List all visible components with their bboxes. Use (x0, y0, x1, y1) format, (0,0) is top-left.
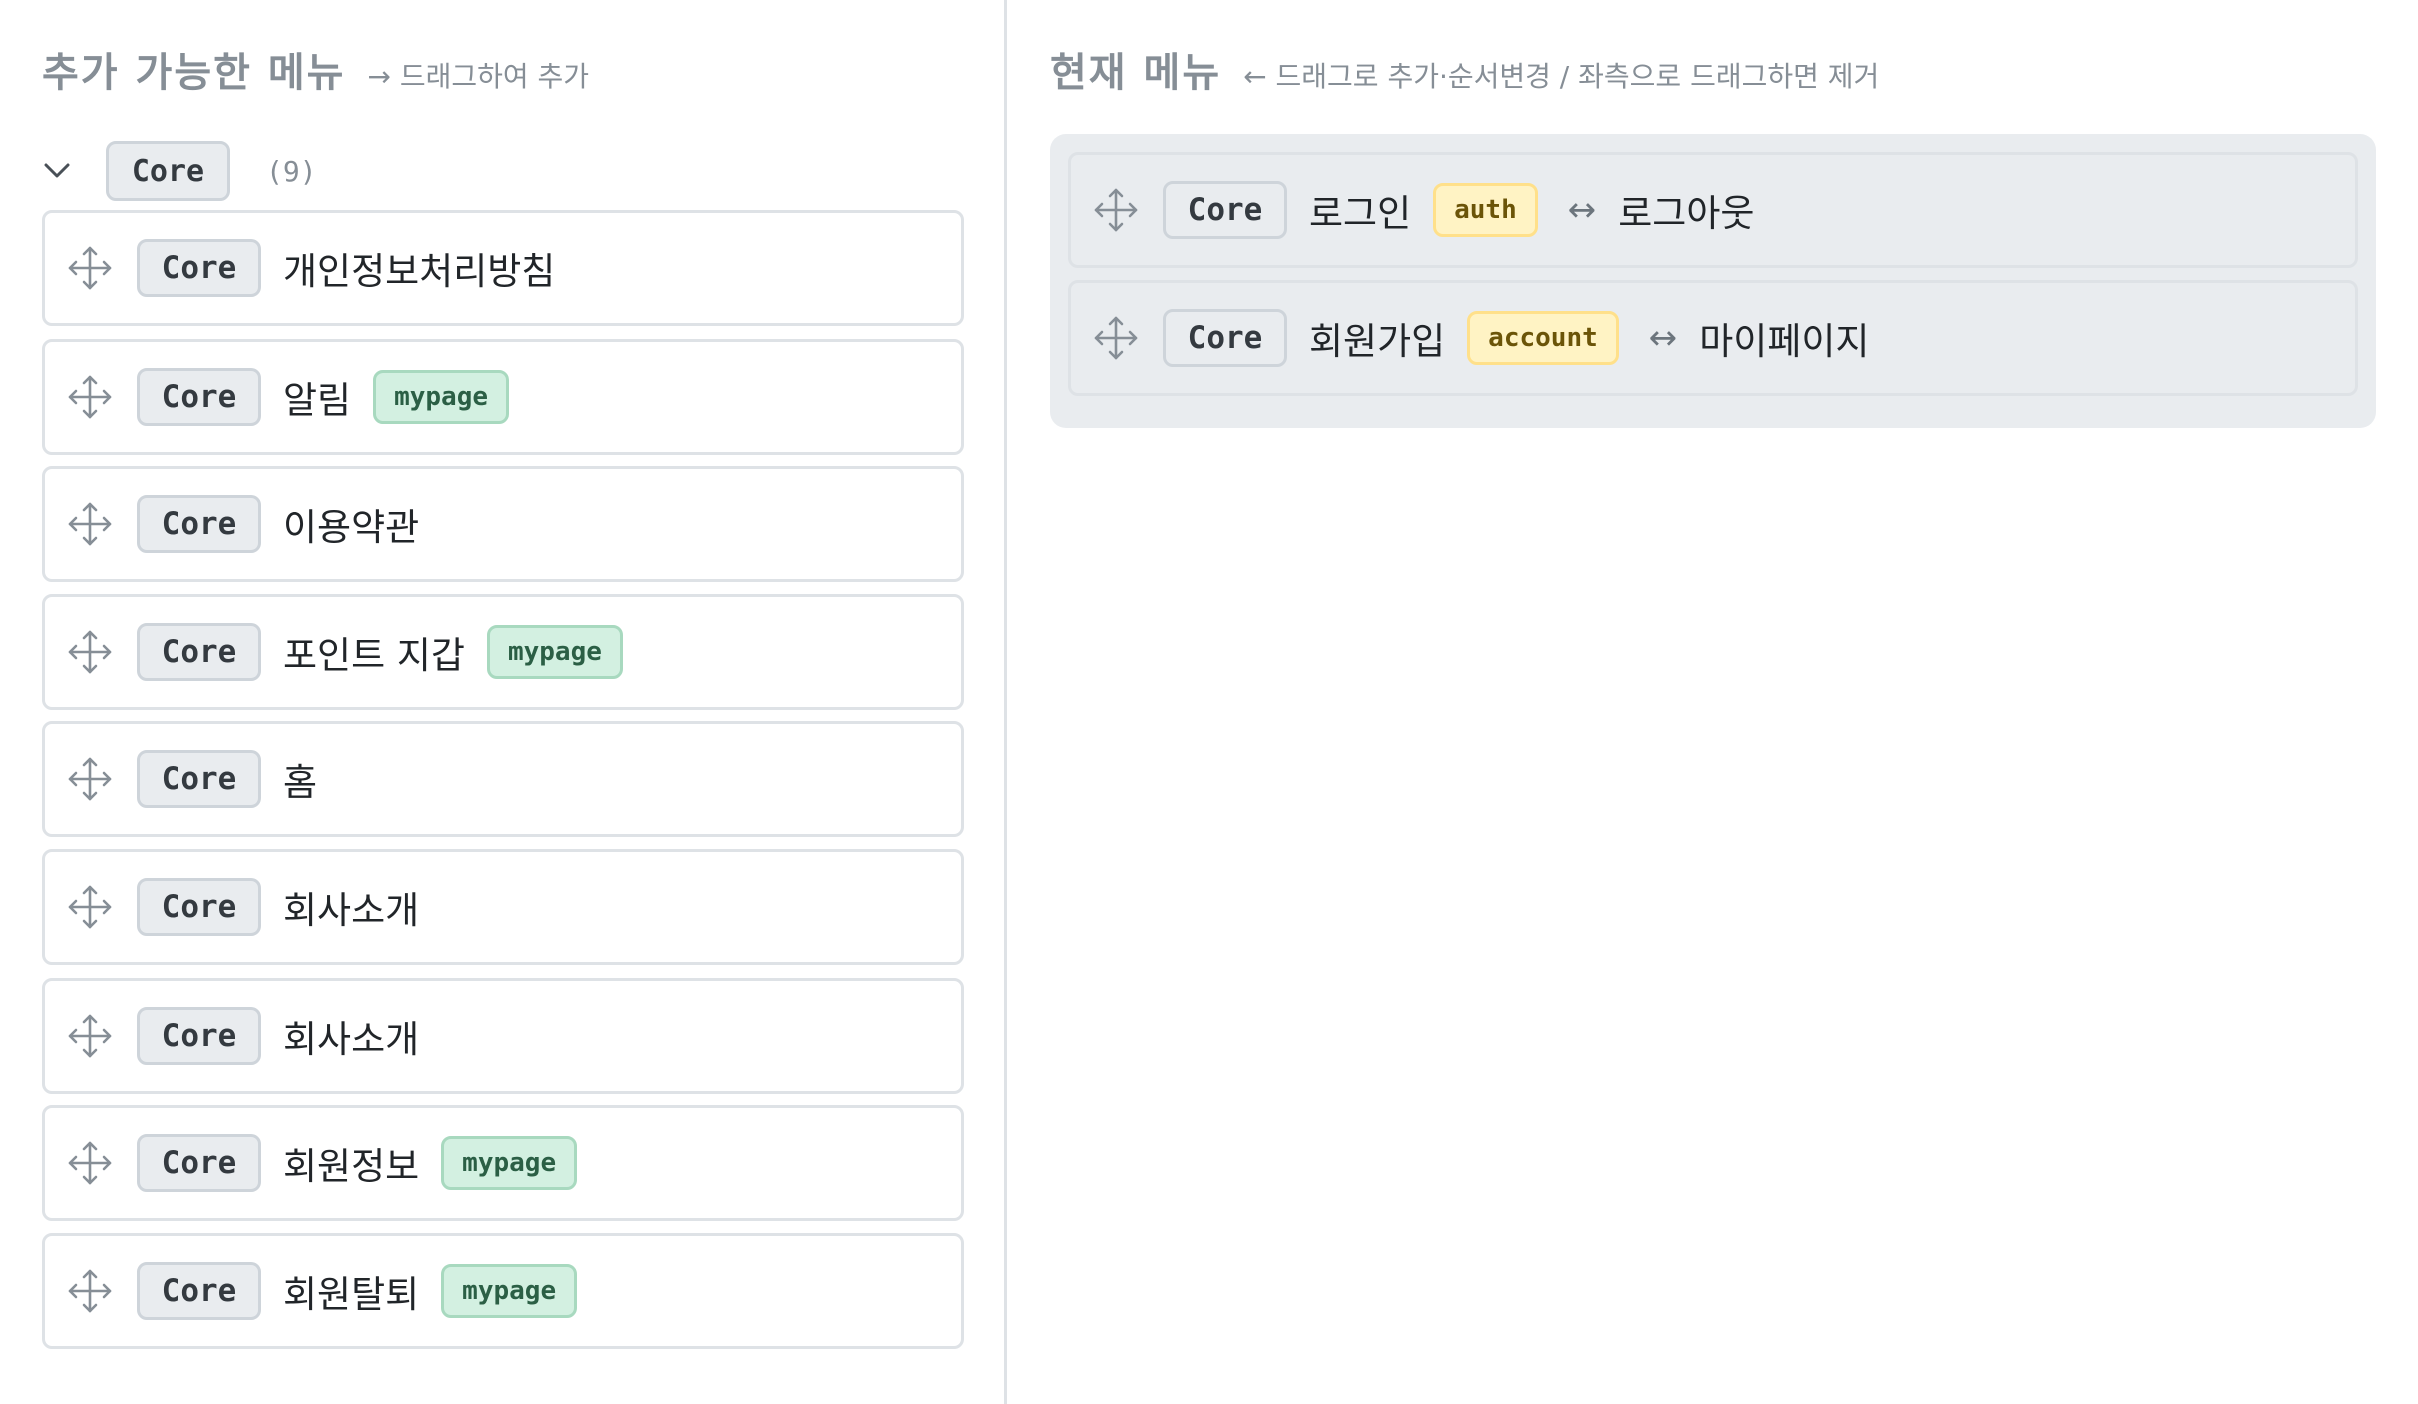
item-label: 회원가입 (1309, 320, 1446, 363)
move-arrows-icon[interactable] (65, 499, 115, 549)
item-badge: Core (137, 368, 261, 426)
list-item[interactable]: Core 홈 (42, 721, 964, 837)
item-tag: mypage (486, 625, 623, 679)
swap-icon: ↔ (1648, 318, 1678, 358)
move-arrows-icon[interactable] (1091, 313, 1141, 363)
list-item[interactable]: Core 회원정보 mypage (42, 1105, 964, 1221)
move-arrows-icon[interactable] (65, 754, 115, 804)
item-badge: Core (137, 239, 261, 297)
paired-label: 로그아웃 (1618, 192, 1755, 235)
item-label: 회사소개 (283, 889, 420, 932)
current-item[interactable]: Core 회원가입 account ↔ 마이페이지 (1068, 280, 2358, 396)
available-header: 추가 가능한 메뉴 → 드래그하여 추가 (42, 40, 589, 100)
item-label: 회원탈퇴 (283, 1273, 420, 1316)
paired-label: 마이페이지 (1699, 320, 1870, 363)
move-arrows-icon[interactable] (65, 372, 115, 422)
group-badge: Core (106, 141, 230, 201)
item-tag: auth (1433, 183, 1538, 237)
item-label: 홈 (283, 761, 318, 804)
item-badge: Core (1163, 181, 1287, 239)
list-item[interactable]: Core 회사소개 (42, 849, 964, 965)
move-arrows-icon[interactable] (65, 882, 115, 932)
list-item[interactable]: Core 개인정보처리방침 (42, 210, 964, 326)
move-arrows-icon[interactable] (65, 243, 115, 293)
item-badge: Core (137, 1134, 261, 1192)
move-arrows-icon[interactable] (65, 1138, 115, 1188)
current-header: 현재 메뉴 ← 드래그로 추가·순서변경 / 좌측으로 드래그하면 제거 (1050, 40, 1879, 100)
move-arrows-icon[interactable] (1091, 185, 1141, 235)
list-item[interactable]: Core 알림 mypage (42, 339, 964, 455)
list-item[interactable]: Core 회사소개 (42, 978, 964, 1094)
item-label: 회사소개 (283, 1018, 420, 1061)
list-item[interactable]: Core 이용약관 (42, 466, 964, 582)
item-badge: Core (137, 623, 261, 681)
list-item[interactable]: Core 포인트 지갑 mypage (42, 594, 964, 710)
item-tag: mypage (441, 1136, 578, 1190)
item-label: 포인트 지갑 (283, 634, 465, 677)
current-dropzone[interactable]: Core 로그인 auth ↔ 로그아웃 Core 회원가입 account ↔… (1050, 134, 2376, 428)
item-badge: Core (137, 878, 261, 936)
item-badge: Core (137, 495, 261, 553)
available-hint: → 드래그하여 추가 (367, 60, 590, 93)
item-label: 이용약관 (283, 506, 420, 549)
item-badge: Core (137, 750, 261, 808)
item-tag: mypage (441, 1264, 578, 1318)
pane-divider (1004, 0, 1007, 1404)
move-arrows-icon[interactable] (65, 627, 115, 677)
item-badge: Core (1163, 309, 1287, 367)
move-arrows-icon[interactable] (65, 1011, 115, 1061)
current-title: 현재 메뉴 (1050, 50, 1222, 96)
item-label: 로그인 (1309, 192, 1412, 235)
item-badge: Core (137, 1262, 261, 1320)
item-tag: mypage (373, 370, 510, 424)
current-hint: ← 드래그로 추가·순서변경 / 좌측으로 드래그하면 제거 (1243, 60, 1880, 93)
item-tag: account (1467, 311, 1619, 365)
move-arrows-icon[interactable] (65, 1266, 115, 1316)
group-header-core[interactable]: Core (9) (42, 140, 317, 202)
list-item[interactable]: Core 회원탈퇴 mypage (42, 1233, 964, 1349)
item-label: 개인정보처리방침 (283, 250, 556, 293)
chevron-down-icon[interactable] (42, 156, 72, 186)
item-label: 회원정보 (283, 1145, 420, 1188)
swap-icon: ↔ (1567, 190, 1597, 230)
available-title: 추가 가능한 메뉴 (42, 50, 346, 96)
group-count: (9) (266, 154, 317, 188)
item-badge: Core (137, 1007, 261, 1065)
current-item[interactable]: Core 로그인 auth ↔ 로그아웃 (1068, 152, 2358, 268)
item-label: 알림 (283, 379, 352, 422)
